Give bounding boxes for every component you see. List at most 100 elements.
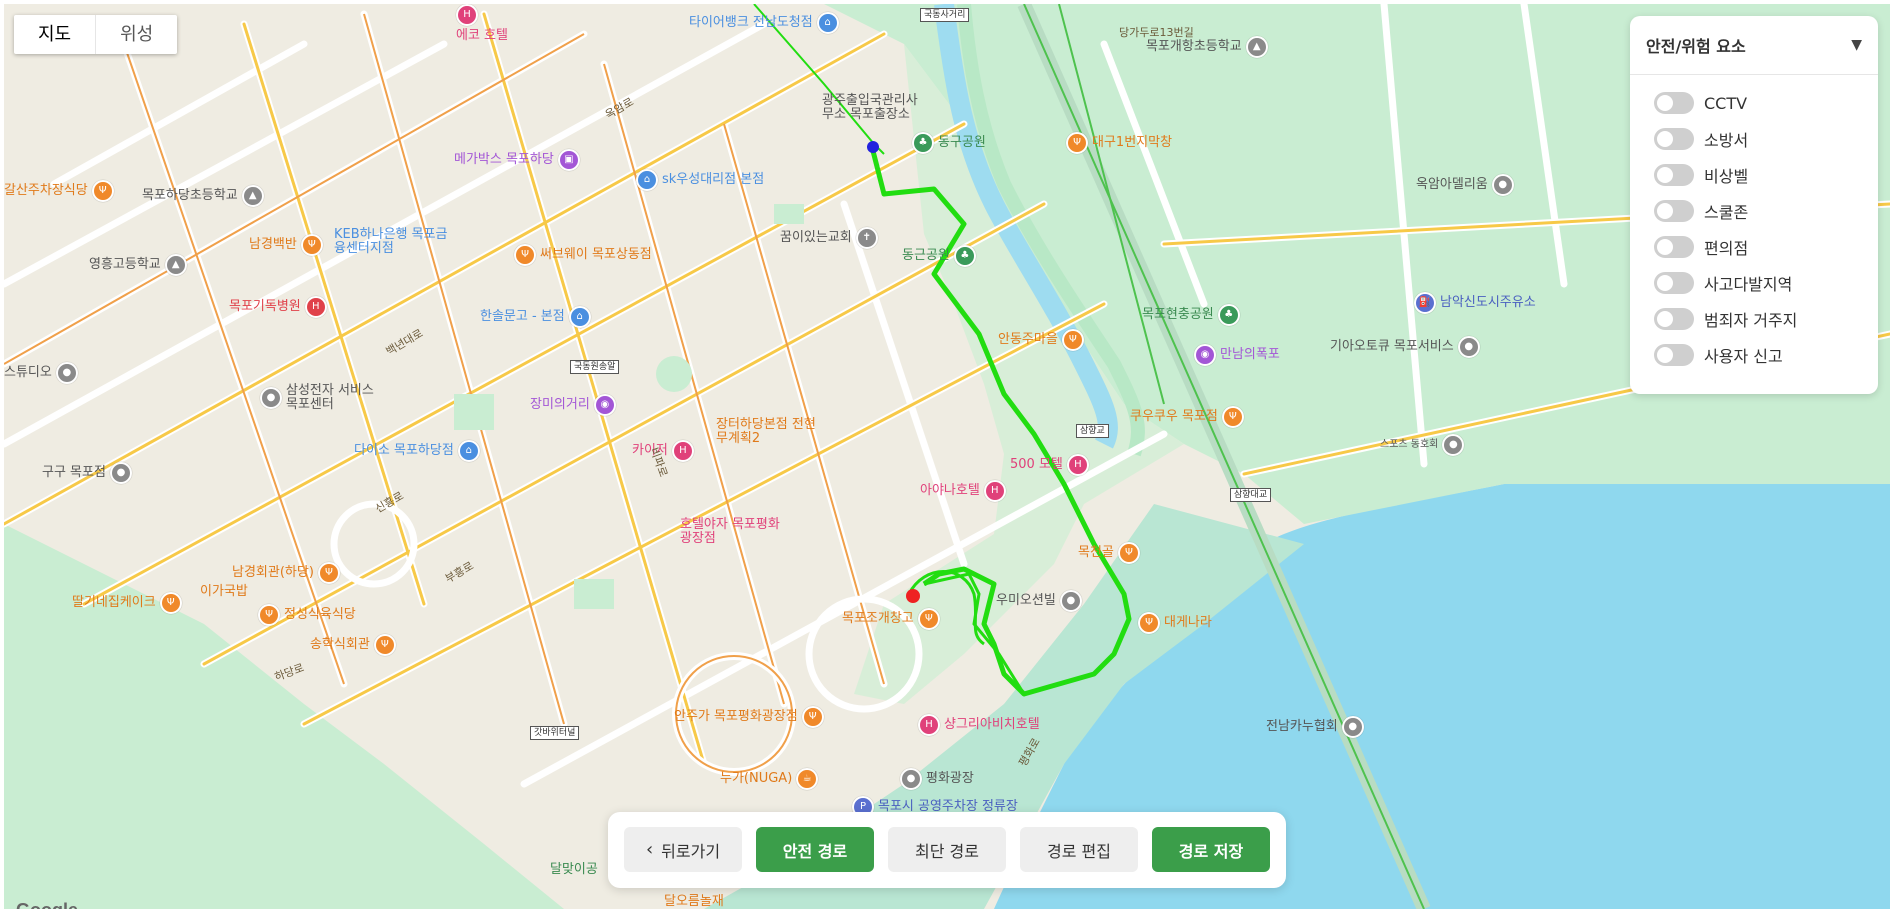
toggle-switch[interactable]: [1654, 236, 1694, 258]
service-icon: ●: [260, 387, 282, 409]
hotel-icon: H: [1066, 454, 1089, 476]
poi-namgyeong[interactable]: 남경백반 Ψ: [249, 234, 323, 256]
poi-jangteo[interactable]: 장터하당본점 전현무계획2: [716, 418, 816, 446]
car-icon: ●: [1457, 336, 1480, 358]
poi-shangria[interactable]: H 샹그리아비치호텔: [918, 714, 1040, 736]
poi-okam[interactable]: 옥암아델리움 ●: [1416, 174, 1514, 196]
poi-yeongheung[interactable]: 영흥고등학교 ▲: [89, 254, 187, 276]
save-route-button[interactable]: 경로 저장: [1152, 827, 1270, 872]
poi-gas[interactable]: ⛽ 남악신도시주유소: [1414, 292, 1536, 314]
toggle-switch[interactable]: [1654, 164, 1694, 186]
poi-andong[interactable]: 안동주마을 Ψ: [998, 329, 1084, 351]
poi-igagukbap[interactable]: 이가국밥: [200, 584, 248, 600]
poi-daegu[interactable]: Ψ 대구1번지막창: [1066, 132, 1172, 154]
hotel-icon: H: [983, 480, 1006, 502]
safety-panel-header[interactable]: 안전/위험 요소 ▼: [1630, 16, 1878, 75]
hotel-icon: H: [918, 714, 940, 736]
poi-hyeonchung[interactable]: 목포현충공원 ♣: [1142, 304, 1240, 326]
safe-route-button[interactable]: 안전 경로: [756, 827, 874, 872]
safety-panel: 안전/위험 요소 ▼ CCTV 소방서 비상벨 스쿨존 편의점 사고다발지역 범…: [1630, 16, 1878, 394]
toggle-label: 사용자 신고: [1704, 347, 1783, 366]
poi-umi[interactable]: 우미오션빌 ●: [996, 590, 1082, 612]
poi-megabox[interactable]: 메가박스 목포하당 ▣: [454, 149, 580, 171]
poi-gugu[interactable]: 구구 목포점 ●: [42, 462, 132, 484]
cafe-icon: Ψ: [159, 592, 182, 614]
poi-namgyeong-hall[interactable]: 남경회관(하당) Ψ: [232, 562, 340, 584]
poi-sports[interactable]: 스포츠 동호회 ●: [1380, 434, 1465, 456]
map-type-map-button[interactable]: 지도: [14, 15, 95, 54]
toggle-row-accident-zone[interactable]: 사고다발지역: [1630, 265, 1878, 301]
toggle-switch[interactable]: [1654, 128, 1694, 150]
poi-anjuga[interactable]: 안주가 목포평화광장점 Ψ: [674, 706, 824, 728]
poi-rose-street[interactable]: 장미의거리 ◉: [530, 394, 616, 416]
toggle-label: 스쿨존: [1704, 203, 1749, 222]
shortest-route-button[interactable]: 최단 경로: [888, 827, 1006, 872]
toggle-switch[interactable]: [1654, 92, 1694, 114]
poi-cake[interactable]: 딸기네집케이크 Ψ: [72, 592, 182, 614]
toggle-row-school-zone[interactable]: 스쿨존: [1630, 193, 1878, 229]
toggle-label: 비상벨: [1704, 167, 1749, 186]
poi-samsung[interactable]: ● 삼성전자 서비스 목포센터: [260, 384, 386, 412]
start-marker: [867, 141, 879, 153]
toggle-row-cctv[interactable]: CCTV: [1630, 85, 1878, 121]
map-type-satellite-button[interactable]: 위성: [95, 15, 177, 54]
poi-mokcheon[interactable]: 목천골 Ψ: [1078, 542, 1140, 564]
poi-gaehang-school[interactable]: 목포개항초등학교 ▲: [1146, 36, 1268, 58]
poi-ayana[interactable]: 아야나호텔 H: [920, 480, 1006, 502]
toggle-row-fire-station[interactable]: 소방서: [1630, 121, 1878, 157]
poi-galsan[interactable]: 갈산주차장식당 Ψ: [4, 180, 114, 202]
poi-studio[interactable]: 스튜디오 ●: [4, 362, 78, 384]
poi-church[interactable]: 꿈이있는교회 ✝: [780, 227, 878, 249]
poi-hospital[interactable]: 목포기독병원 H: [229, 296, 327, 318]
park-icon: ♣: [1217, 304, 1240, 326]
restaurant-icon: Ψ: [1221, 406, 1244, 428]
poi-falls[interactable]: ◉ 만남의폭포: [1194, 344, 1280, 366]
toggle-switch[interactable]: [1654, 308, 1694, 330]
edit-route-button[interactable]: 경로 편집: [1020, 827, 1138, 872]
poi-immigration[interactable]: 광주출입국관리사무소 목포출장소: [822, 94, 922, 122]
poi-daege[interactable]: Ψ 대게나라: [1138, 612, 1212, 634]
poi-tirebank[interactable]: 타이어뱅크 전남도청점 ⌂: [689, 12, 839, 34]
poi-hansol[interactable]: 한솔문고 - 본점 ⌂: [480, 306, 591, 328]
back-button-label: 뒤로가기: [661, 841, 721, 861]
toggle-row-emergency-bell[interactable]: 비상벨: [1630, 157, 1878, 193]
map-view[interactable]: H 에코 호텔 타이어뱅크 전남도청점 ⌂ 당가두로13번길 목포개항초등학교 ▲ …: [4, 4, 1890, 909]
toggle-switch[interactable]: [1654, 344, 1694, 366]
poi-donggeun-park[interactable]: 동근공원 ♣: [902, 245, 976, 267]
poi-donggu-park[interactable]: ♣ 동구공원: [912, 132, 986, 154]
poi-subway[interactable]: Ψ 써브웨이 목포상동점: [514, 244, 652, 266]
poi-sk[interactable]: ⌂ sk우성대리점 본점: [636, 169, 764, 191]
poi-canoe[interactable]: 전남카누협회 ●: [1266, 716, 1364, 738]
toggle-switch[interactable]: [1654, 272, 1694, 294]
toggle-switch[interactable]: [1654, 200, 1694, 222]
restaurant-icon: Ψ: [917, 608, 940, 630]
place-icon: ●: [900, 768, 922, 790]
restaurant-icon: Ψ: [1066, 132, 1088, 154]
poi-hotel[interactable]: H: [456, 4, 478, 26]
toggle-row-user-report[interactable]: 사용자 신고: [1630, 337, 1878, 373]
poi-kuukuu[interactable]: 쿠우쿠우 목포점 Ψ: [1130, 406, 1244, 428]
poi-nuga[interactable]: 누가(NUGA) ☕: [720, 768, 819, 790]
poi-dalmaji[interactable]: 달맞이공: [550, 862, 598, 878]
shop-icon: ⌂: [636, 169, 658, 191]
poi-500-motel[interactable]: 500 모텔 H: [1010, 454, 1089, 476]
poi-songhak[interactable]: 송학식회관 Ψ: [310, 634, 396, 656]
restaurant-icon: Ψ: [1061, 329, 1084, 351]
poi-eco-hotel[interactable]: 에코 호텔: [456, 28, 508, 44]
poi-daiso[interactable]: 다이소 목포하당점 ⌂: [354, 440, 480, 462]
poi-kia[interactable]: 기아오토큐 목포서비스 ●: [1330, 336, 1480, 358]
road-sign: 삼향교: [1076, 424, 1109, 438]
poi-hadang-school[interactable]: 목포하당초등학교 ▲: [142, 185, 264, 207]
poi-dalorum[interactable]: 달오름놀재: [664, 894, 724, 909]
attraction-icon: ◉: [593, 394, 616, 416]
collapse-arrow-icon[interactable]: ▼: [1851, 37, 1862, 53]
poi-yaja[interactable]: 호텔야자 목포평화광장점: [680, 518, 780, 546]
back-button[interactable]: ‹ 뒤로가기: [624, 827, 742, 872]
poi-jogae[interactable]: 목포조개창고 Ψ: [842, 608, 940, 630]
poi-keb[interactable]: KEB하나은행 목포금융센터지점: [334, 228, 454, 256]
toggle-row-offender-residence[interactable]: 범죄자 거주지: [1630, 301, 1878, 337]
toggle-row-convenience-store[interactable]: 편의점: [1630, 229, 1878, 265]
poi-peace-square[interactable]: ● 평화광장: [900, 768, 974, 790]
restaurant-icon: Ψ: [373, 634, 396, 656]
poi-jeongseong[interactable]: Ψ 정성식육식당: [258, 604, 356, 626]
